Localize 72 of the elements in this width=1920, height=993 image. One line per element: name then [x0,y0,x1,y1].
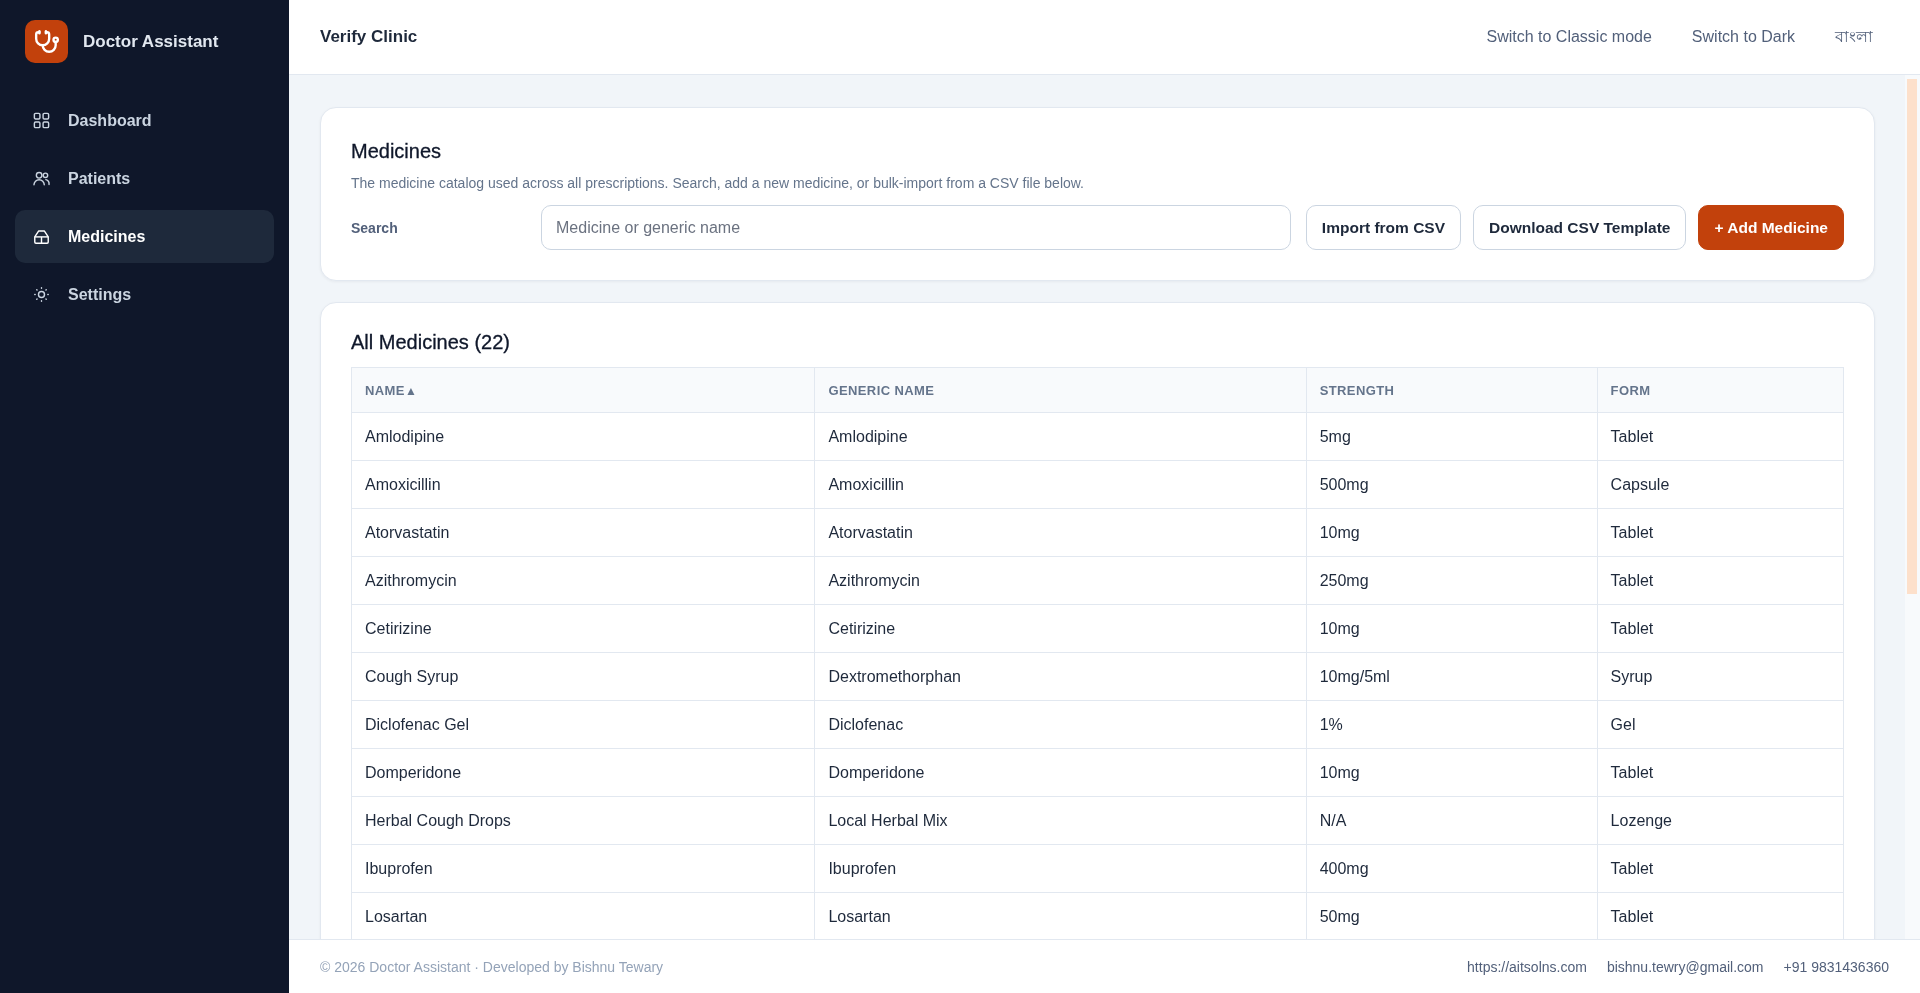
header-link[interactable]: বাংলা [1835,23,1873,51]
footer-link[interactable]: +91 9831436360 [1783,958,1889,975]
table-cell: Diclofenac Gel [351,700,815,749]
column-header[interactable]: FORM [1597,367,1844,413]
table-cell: Lozenge [1597,796,1844,845]
column-header[interactable]: NAME▲ [351,367,815,413]
nav-item[interactable]: Settings [15,268,274,321]
table-title: All Medicines (22) [351,330,511,355]
table-cell: Ibuprofen [814,844,1307,893]
nav-item[interactable]: Dashboard [15,94,274,147]
import-csv-button[interactable]: Import from CSV [1305,205,1461,250]
table-cell: 10mg [1306,604,1598,653]
table-cell: 10mg [1306,748,1598,797]
sort-arrow-icon: ▲ [404,383,418,398]
table-cell: Amoxicillin [351,460,815,509]
table-cell: 5mg [1306,412,1598,461]
table-cell: 500mg [1306,460,1598,509]
copyright-text: © 2026 Doctor Assistant · Developed by Bishnu Tewary [320,958,664,975]
table-cell: Tablet [1597,508,1844,557]
table-cell: Tablet [1597,412,1844,461]
table-cell: Dextromethorphan [814,652,1307,701]
header-link[interactable]: Switch to Dark [1691,23,1795,51]
download-template-button[interactable]: Download CSV Template [1473,205,1687,250]
table-cell: Syrup [1597,652,1844,701]
clinic-name: Verify Clinic [320,27,418,47]
table-cell: Tablet [1597,556,1844,605]
column-header[interactable]: STRENGTH [1306,367,1598,413]
table-cell: Local Herbal Mix [814,796,1307,845]
table-cell: Domperidone [351,748,815,797]
table-cell: Herbal Cough Drops [351,796,815,845]
table-cell: Azithromycin [351,556,815,605]
table-cell: Amlodipine [814,412,1307,461]
table-cell: 250mg [1306,556,1598,605]
section-description: The medicine catalog used across all prescriptions. Search, add a new medicine, or bulk-import from a CSV file below. [351,174,1085,192]
table-cell: Tablet [1597,844,1844,893]
search-field[interactable]: Medicine or generic name [541,205,1291,250]
table-cell: 10mg [1306,508,1598,557]
scrollbar[interactable] [1905,75,1920,939]
search-label: Search [351,219,399,236]
table-cell: Cetirizine [814,604,1307,653]
table-cell: Gel [1597,700,1844,749]
table-cell: 1% [1306,700,1598,749]
table-cell: 400mg [1306,844,1598,893]
table-cell: Cetirizine [351,604,815,653]
header-link[interactable]: Switch to Classic mode [1486,23,1652,51]
table-cell: Diclofenac [814,700,1307,749]
table-cell: 10mg/5ml [1306,652,1598,701]
settings-icon [32,285,51,304]
table-cell: Azithromycin [814,556,1307,605]
nav-item[interactable]: Patients [15,152,274,205]
table-cell: Capsule [1597,460,1844,509]
footer-link[interactable]: https://aitsolns.com [1467,958,1587,975]
table-cell: Amoxicillin [814,460,1307,509]
add-medicine-button[interactable]: + Add Medicine [1698,205,1844,250]
box-icon [32,227,51,246]
footer-link[interactable]: bishnu.tewry@gmail.com [1606,958,1764,975]
table-cell: Cough Syrup [351,652,815,701]
section-title: Medicines [351,139,443,164]
nav-item[interactable]: Medicines [15,210,274,263]
table-cell: Tablet [1597,748,1844,797]
table-cell: Atorvastatin [351,508,815,557]
table-cell: N/A [1306,796,1598,845]
table-cell: Amlodipine [351,412,815,461]
people-icon [32,169,51,188]
dashboard-grid-icon [32,111,51,130]
table-cell: Ibuprofen [351,844,815,893]
app-name: Doctor Assistant [83,31,219,52]
table-cell: Tablet [1597,604,1844,653]
stethoscope-icon [25,20,68,63]
table-cell: Domperidone [814,748,1307,797]
table-cell: Atorvastatin [814,508,1307,557]
column-header[interactable]: GENERIC NAME [814,367,1307,413]
